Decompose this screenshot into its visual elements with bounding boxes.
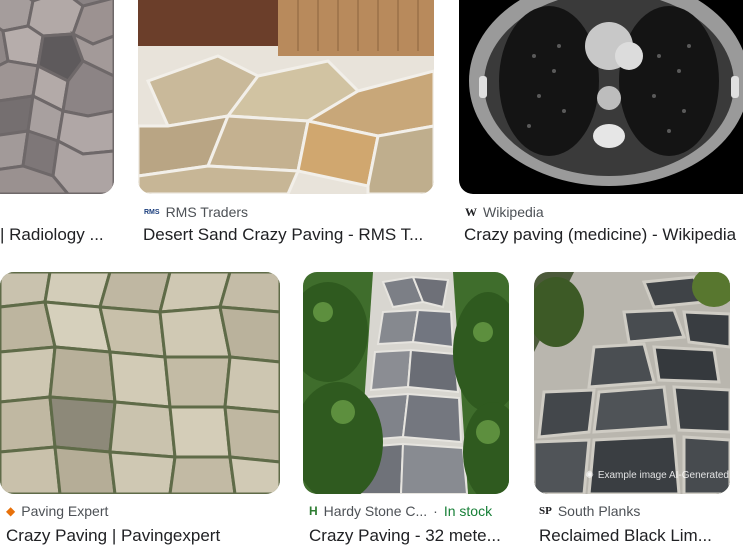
result-title[interactable]: Crazy Paving - 32 mete... — [309, 526, 513, 546]
result-card[interactable]: H Hardy Stone C... · In stock Crazy Pavi… — [303, 272, 513, 552]
source-name: Hardy Stone C... — [323, 503, 428, 519]
pavingexpert-image — [0, 272, 280, 494]
result-card[interactable]: ◆ Paving Expert Crazy Paving | Pavingexp… — [0, 272, 282, 552]
result-title[interactable]: Reclaimed Black Lim... — [539, 526, 743, 546]
source-name: Wikipedia — [483, 204, 544, 220]
result-thumbnail-black-limestone[interactable] — [534, 272, 730, 494]
south-planks-favicon-icon: SP — [539, 504, 552, 517]
desert-sand-image — [138, 0, 434, 194]
ai-generated-badge: ✺ Example image AI-Generated — [585, 470, 729, 481]
badge-text: Example image AI-Generated — [597, 470, 729, 481]
ct-scan-image — [459, 0, 743, 194]
black-limestone-image — [534, 272, 730, 494]
result-thumbnail-desert-sand[interactable] — [138, 0, 434, 194]
source-name: RMS Traders — [165, 204, 249, 220]
result-title[interactable]: | Radiology ... — [0, 225, 114, 245]
result-source[interactable]: H Hardy Stone C... · In stock — [309, 503, 492, 519]
result-source[interactable]: SP South Planks — [539, 503, 640, 519]
stock-status: In stock — [443, 503, 493, 519]
paver-image — [0, 0, 114, 194]
result-thumbnail-pavers[interactable] — [0, 0, 114, 194]
result-title[interactable]: Crazy Paving | Pavingexpert — [6, 526, 282, 546]
sparkle-icon: ✺ — [585, 470, 594, 481]
garden-path-image — [303, 272, 509, 494]
hardy-stone-favicon-icon: H — [309, 504, 318, 518]
result-title[interactable]: Crazy paving (medicine) - Wikipedia — [464, 225, 743, 245]
source-separator: · — [433, 503, 438, 519]
result-card[interactable]: W Wikipedia Crazy paving (medicine) - Wi… — [459, 0, 743, 250]
result-thumbnail-pavingexpert[interactable] — [0, 272, 280, 494]
paving-expert-favicon-icon: ◆ — [6, 504, 16, 518]
result-card[interactable]: | Radiology ... — [0, 0, 114, 250]
result-thumbnail-ct-scan[interactable] — [459, 0, 743, 194]
result-title[interactable]: Desert Sand Crazy Paving - RMS T... — [143, 225, 435, 245]
result-card[interactable]: RMS RMS Traders Desert Sand Crazy Paving… — [138, 0, 438, 250]
result-source[interactable]: RMS RMS Traders — [144, 204, 248, 220]
result-thumbnail-garden-path[interactable] — [303, 272, 509, 494]
source-name: Paving Expert — [21, 503, 109, 519]
wikipedia-favicon-icon: W — [465, 205, 477, 219]
result-card[interactable]: ✺ Example image AI-Generated SP South Pl… — [534, 272, 743, 552]
result-source[interactable]: ◆ Paving Expert — [6, 503, 108, 519]
result-source[interactable]: W Wikipedia — [465, 204, 544, 220]
source-name: South Planks — [557, 503, 641, 519]
rms-traders-favicon-icon: RMS — [144, 208, 160, 216]
